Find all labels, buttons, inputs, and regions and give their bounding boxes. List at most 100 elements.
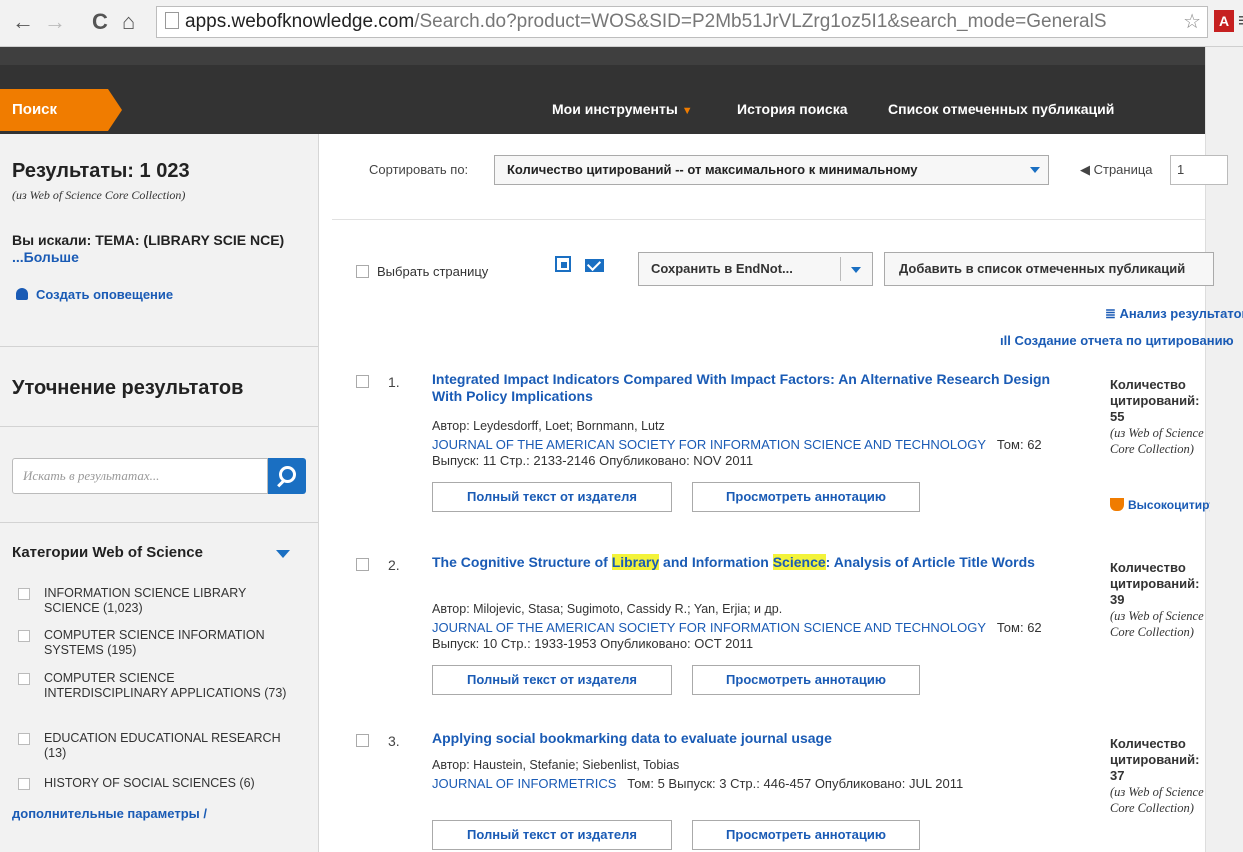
search-icon-handle bbox=[277, 479, 285, 488]
nav-marked-list[interactable]: Список отмеченных публикаций bbox=[888, 101, 1114, 117]
checkbox[interactable] bbox=[356, 265, 369, 278]
select-page-checkbox[interactable] bbox=[356, 265, 369, 283]
citation-count-label[interactable]: Количество цитирований: 39 bbox=[1110, 560, 1210, 608]
browser-menu-icon[interactable]: ≡ bbox=[1238, 10, 1243, 33]
home-icon[interactable]: ⌂ bbox=[122, 8, 135, 36]
full-text-button[interactable]: Полный текст от издателя bbox=[432, 482, 672, 512]
checkbox[interactable] bbox=[356, 558, 369, 571]
category-checkbox[interactable] bbox=[18, 778, 30, 790]
categories-title[interactable]: Категории Web of Science bbox=[12, 544, 203, 561]
citation-source: (из Web of Science Core Collection) bbox=[1110, 426, 1204, 456]
record-number: 2. bbox=[388, 557, 400, 573]
category-label: COMPUTER SCIENCE INFORMATION SYSTEMS (19… bbox=[44, 628, 265, 657]
category-checkbox[interactable] bbox=[18, 673, 30, 685]
address-bar[interactable]: apps.webofknowledge.com/Search.do?produc… bbox=[156, 6, 1208, 38]
pdf-extension-icon[interactable]: A bbox=[1214, 10, 1234, 32]
sort-label: Сортировать по: bbox=[369, 162, 469, 177]
sort-select[interactable]: Количество цитирований -- от максимально… bbox=[494, 155, 1049, 185]
highly-cited-badge[interactable]: Высокоцитируемый документ bbox=[1110, 497, 1210, 513]
query-more-link[interactable]: ...Больше bbox=[12, 249, 79, 265]
search-query: Вы искали: ТЕМА: (LIBRARY SCIE NCE) ...Б… bbox=[12, 232, 302, 266]
title-part: The Cognitive Structure of bbox=[432, 554, 612, 570]
category-item[interactable]: EDUCATION EDUCATIONAL RESEARCH (13) bbox=[18, 731, 288, 761]
select-page-label[interactable]: Выбрать страницу bbox=[377, 264, 488, 279]
record-meta: Том: 5 Выпуск: 3 Стр.: 446-457 Опубликов… bbox=[627, 776, 964, 791]
category-label: INFORMATION SCIENCE LIBRARY SCIENCE (1,0… bbox=[44, 586, 247, 615]
bookmark-star-icon[interactable]: ☆ bbox=[1179, 7, 1201, 37]
category-checkbox[interactable] bbox=[18, 733, 30, 745]
nav-my-tools-label: Мои инструменты bbox=[552, 101, 678, 117]
citation-count: Количество цитирований: 39 (из Web of Sci… bbox=[1110, 560, 1210, 640]
category-item[interactable]: INFORMATION SCIENCE LIBRARY SCIENCE (1,0… bbox=[18, 586, 288, 616]
back-arrow-icon[interactable]: ← bbox=[12, 8, 34, 36]
title-part: and Information bbox=[659, 554, 773, 570]
citation-report-link[interactable]: ıll Создание отчета по цитированию bbox=[1000, 333, 1234, 348]
page-label: ◀ Страница bbox=[1080, 162, 1153, 177]
create-alert-link[interactable]: Создать оповещение bbox=[16, 287, 173, 302]
record-authors: Автор: Leydesdorff, Loet; Bornmann, Lutz bbox=[432, 419, 665, 433]
divider bbox=[0, 426, 318, 427]
citation-count: Количество цитирований: 37 (из Web of Sci… bbox=[1110, 736, 1210, 816]
title-part: : Analysis of Article Title Words bbox=[825, 554, 1035, 570]
view-abstract-button[interactable]: Просмотреть аннотацию bbox=[692, 665, 920, 695]
journal-link[interactable]: JOURNAL OF THE AMERICAN SOCIETY FOR INFO… bbox=[432, 437, 986, 452]
search-within-input[interactable]: Искать в результатах... bbox=[12, 458, 268, 494]
chevron-down-icon bbox=[1030, 167, 1040, 173]
nav-search-history[interactable]: История поиска bbox=[737, 101, 847, 117]
url-path: /Search.do?product=WOS&SID=P2Mb51JrVLZrg… bbox=[414, 11, 1107, 32]
record-authors: Автор: Milojevic, Stasa; Sugimoto, Cassi… bbox=[432, 602, 783, 616]
results-source: (из Web of Science Core Collection) bbox=[12, 188, 186, 202]
query-topic: ТЕМА: (LIBRARY SCIE NCE) bbox=[95, 232, 285, 248]
highlight-term: Science bbox=[772, 554, 826, 570]
record-title-link[interactable]: The Cognitive Structure of Library and I… bbox=[432, 554, 1072, 571]
save-endnote-label: Сохранить в EndNot... bbox=[651, 261, 793, 276]
chevron-down-icon[interactable] bbox=[851, 267, 861, 273]
split-divider bbox=[840, 257, 841, 281]
category-checkbox[interactable] bbox=[18, 630, 30, 642]
checkbox[interactable] bbox=[356, 734, 369, 747]
full-text-button[interactable]: Полный текст от издателя bbox=[432, 665, 672, 695]
record-title-link[interactable]: Integrated Impact Indicators Compared Wi… bbox=[432, 371, 1072, 405]
divider bbox=[0, 522, 318, 523]
journal-link[interactable]: JOURNAL OF INFORMETRICS bbox=[432, 776, 616, 791]
record-checkbox[interactable] bbox=[356, 375, 369, 393]
view-abstract-button[interactable]: Просмотреть аннотацию bbox=[692, 482, 920, 512]
site-header bbox=[0, 47, 1205, 134]
citation-count-label[interactable]: Количество цитирований: 55 bbox=[1110, 377, 1210, 425]
divider bbox=[332, 219, 1205, 220]
caret-down-icon: ▼ bbox=[681, 105, 693, 117]
nav-my-tools[interactable]: Мои инструменты ▼ bbox=[552, 101, 693, 117]
full-text-button[interactable]: Полный текст от издателя bbox=[432, 820, 672, 850]
view-abstract-button[interactable]: Просмотреть аннотацию bbox=[692, 820, 920, 850]
record-source: JOURNAL OF INFORMETRICS Том: 5 Выпуск: 3… bbox=[432, 776, 1072, 792]
tab-search[interactable]: Поиск bbox=[0, 89, 122, 131]
divider bbox=[0, 346, 318, 347]
category-item[interactable]: HISTORY OF SOCIAL SCIENCES (6) bbox=[18, 776, 288, 791]
journal-link[interactable]: JOURNAL OF THE AMERICAN SOCIETY FOR INFO… bbox=[432, 620, 986, 635]
analyze-results-link[interactable]: ≣ Анализ результатов bbox=[1105, 306, 1243, 322]
record-authors: Автор: Haustein, Stefanie; Siebenlist, T… bbox=[432, 758, 680, 772]
citation-count-label[interactable]: Количество цитирований: 37 bbox=[1110, 736, 1210, 784]
save-endnote-button[interactable]: Сохранить в EndNot... bbox=[638, 252, 873, 286]
more-options-link[interactable]: дополнительные параметры / bbox=[12, 806, 207, 821]
checkbox[interactable] bbox=[356, 375, 369, 388]
record-source: JOURNAL OF THE AMERICAN SOCIETY FOR INFO… bbox=[432, 620, 1072, 652]
search-within-button[interactable] bbox=[268, 458, 306, 494]
highlight-term: Library bbox=[611, 554, 660, 570]
add-to-marked-button[interactable]: Добавить в список отмеченных публикаций bbox=[884, 252, 1214, 286]
reload-icon[interactable]: C bbox=[92, 8, 108, 36]
print-icon[interactable] bbox=[555, 256, 571, 272]
category-item[interactable]: COMPUTER SCIENCE INFORMATION SYSTEMS (19… bbox=[18, 628, 288, 658]
record-checkbox[interactable] bbox=[356, 558, 369, 576]
record-number: 1. bbox=[388, 374, 400, 390]
page-input[interactable]: 1 bbox=[1170, 155, 1228, 185]
category-item[interactable]: COMPUTER SCIENCE INTERDISCIPLINARY APPLI… bbox=[18, 671, 288, 701]
email-icon[interactable] bbox=[585, 259, 604, 272]
record-number: 3. bbox=[388, 733, 400, 749]
record-checkbox[interactable] bbox=[356, 734, 369, 752]
collapse-caret-icon[interactable] bbox=[276, 550, 290, 558]
forward-arrow-icon[interactable]: → bbox=[44, 8, 66, 36]
bell-icon bbox=[16, 288, 28, 300]
category-checkbox[interactable] bbox=[18, 588, 30, 600]
record-title-link[interactable]: Applying social bookmarking data to eval… bbox=[432, 730, 1072, 747]
